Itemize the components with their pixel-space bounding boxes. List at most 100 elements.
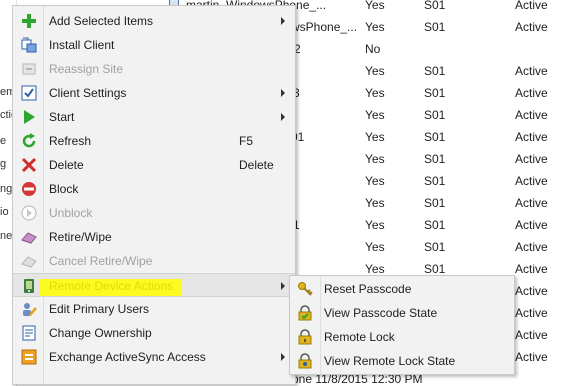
- menu-item-delete[interactable]: Delete Delete: [13, 153, 295, 177]
- status-cell: Active: [515, 108, 548, 122]
- submenu-item-label: Remote Lock: [324, 330, 395, 344]
- site-code-cell: S01: [424, 218, 446, 232]
- managed-cell: No: [365, 42, 381, 56]
- menu-item-reassign-site[interactable]: Reassign Site: [13, 57, 295, 81]
- managed-cell: Yes: [365, 218, 385, 232]
- managed-cell: Yes: [365, 64, 385, 78]
- submenu-item-label: View Passcode State: [324, 306, 438, 320]
- left-nav-fragment: ne: [0, 230, 13, 242]
- menu-item-label: Block: [49, 182, 79, 196]
- menu-item-label: Start: [49, 110, 75, 124]
- submenu-item-view-passcode-state[interactable]: View Passcode State: [290, 301, 514, 325]
- menu-item-unblock[interactable]: Unblock: [13, 201, 295, 225]
- site-code-cell: S01: [424, 64, 446, 78]
- site-code-cell: S01: [424, 174, 446, 188]
- status-cell: Active: [515, 262, 548, 276]
- submenu-arrow-icon: [281, 282, 285, 290]
- left-nav-fragment: g: [0, 158, 7, 170]
- lock-icon: [297, 329, 313, 345]
- submenu-item-reset-passcode[interactable]: Reset Passcode: [290, 277, 514, 301]
- managed-cell: Yes: [365, 20, 385, 34]
- menu-item-label: Cancel Retire/Wipe: [49, 254, 153, 268]
- status-cell: Active: [515, 328, 548, 342]
- install-client-icon: [21, 37, 37, 53]
- status-cell: Active: [515, 0, 548, 12]
- status-cell: Active: [515, 152, 548, 166]
- menu-item-label: Change Ownership: [49, 326, 152, 340]
- menu-item-label: Add Selected Items: [49, 14, 154, 28]
- status-cell: Active: [515, 64, 548, 78]
- menu-item-label: Reassign Site: [49, 62, 124, 76]
- menu-item-label: Refresh: [49, 134, 92, 148]
- lock-view-icon: [297, 353, 313, 369]
- menu-item-label: Unblock: [49, 206, 93, 220]
- remote-device-icon: [21, 278, 37, 294]
- status-cell: Active: [515, 284, 548, 298]
- add-plus-icon: [21, 13, 37, 29]
- menu-item-label: Delete: [49, 158, 84, 172]
- menu-item-add-selected-items[interactable]: Add Selected Items: [13, 9, 295, 33]
- status-cell: Active: [515, 86, 548, 100]
- menu-item-cancel-retire-wipe[interactable]: Cancel Retire/Wipe: [13, 249, 295, 273]
- menu-item-change-ownership[interactable]: Change Ownership: [13, 321, 295, 345]
- site-code-cell: S01: [424, 20, 446, 34]
- status-cell: Active: [515, 20, 548, 34]
- managed-cell: Yes: [365, 196, 385, 210]
- menu-item-edit-primary-users[interactable]: Edit Primary Users: [13, 297, 295, 321]
- submenu-item-label: View Remote Lock State: [324, 354, 456, 368]
- left-nav-fragment: io: [0, 206, 9, 218]
- menu-item-block[interactable]: Block: [13, 177, 295, 201]
- left-nav-fragment: e: [0, 135, 7, 147]
- submenu-arrow-icon: [281, 89, 285, 97]
- status-cell: Active: [515, 240, 548, 254]
- reassign-site-icon: [21, 61, 37, 77]
- menu-item-start[interactable]: Start: [13, 105, 295, 129]
- menu-item-shortcut: F5: [239, 134, 254, 148]
- highlight-remote-device-actions: [40, 279, 182, 296]
- submenu-item-remote-lock[interactable]: Remote Lock: [290, 325, 514, 349]
- submenu-arrow-icon: [281, 113, 285, 121]
- status-cell: Active: [515, 306, 548, 320]
- menu-item-retire-wipe[interactable]: Retire/Wipe: [13, 225, 295, 249]
- managed-cell: Yes: [365, 108, 385, 122]
- site-code-cell: S01: [424, 240, 446, 254]
- menu-item-label: Retire/Wipe: [49, 230, 112, 244]
- context-menu: Add Selected Items Install Client Reassign…: [12, 5, 296, 385]
- menu-item-label: Edit Primary Users: [49, 302, 150, 316]
- eraser-icon: [21, 229, 37, 245]
- menu-item-refresh[interactable]: Refresh F5: [13, 129, 295, 153]
- cancel-eraser-icon: [21, 253, 37, 269]
- submenu-arrow-icon: [281, 17, 285, 25]
- activesync-icon: [21, 349, 37, 365]
- block-icon: [21, 181, 37, 197]
- site-code-cell: S01: [424, 108, 446, 122]
- edit-users-icon: [21, 301, 37, 317]
- refresh-icon: [21, 133, 37, 149]
- managed-cell: Yes: [365, 174, 385, 188]
- remote-device-actions-submenu: Reset Passcode View Passcode State Remote …: [289, 275, 515, 375]
- managed-cell: Yes: [365, 262, 385, 276]
- menu-item-exchange-activesync-access[interactable]: Exchange ActiveSync Access: [13, 345, 295, 369]
- site-code-cell: S01: [424, 130, 446, 144]
- submenu-arrow-icon: [281, 353, 285, 361]
- managed-cell: Yes: [365, 240, 385, 254]
- delete-x-icon: [21, 157, 37, 173]
- managed-cell: Yes: [365, 86, 385, 100]
- unblock-icon: [21, 205, 37, 221]
- lock-check-icon: [297, 305, 313, 321]
- status-cell: Active: [515, 130, 548, 144]
- site-code-cell: S01: [424, 152, 446, 166]
- managed-cell: Yes: [365, 152, 385, 166]
- client-settings-icon: [21, 85, 37, 101]
- status-cell: Active: [515, 196, 548, 210]
- menu-item-label: Install Client: [49, 38, 115, 52]
- key-icon: [297, 281, 313, 297]
- menu-item-shortcut: Delete: [239, 158, 274, 172]
- submenu-item-label: Reset Passcode: [324, 282, 412, 296]
- menu-item-client-settings[interactable]: Client Settings: [13, 81, 295, 105]
- status-cell: Active: [515, 218, 548, 232]
- submenu-item-view-remote-lock-state[interactable]: View Remote Lock State: [290, 349, 514, 373]
- site-code-cell: S01: [424, 86, 446, 100]
- managed-cell: Yes: [365, 0, 385, 12]
- menu-item-install-client[interactable]: Install Client: [13, 33, 295, 57]
